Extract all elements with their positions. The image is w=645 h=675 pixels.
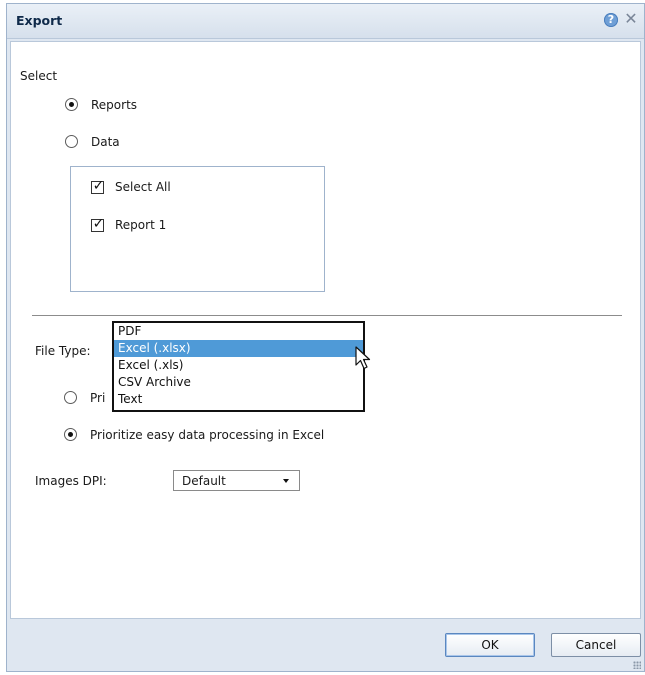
file-type-option[interactable]: Excel (.xls) xyxy=(114,357,363,374)
dialog-title: Export xyxy=(16,13,63,28)
report-1-label[interactable]: Report 1 xyxy=(115,218,166,232)
resize-grip-icon[interactable] xyxy=(633,661,641,669)
prioritize-format-label[interactable]: Pri xyxy=(90,391,105,405)
file-type-dropdown-list[interactable]: PDF Excel (.xlsx) Excel (.xls) CSV Archi… xyxy=(112,321,365,412)
section-divider xyxy=(32,315,622,316)
ok-button[interactable]: OK xyxy=(445,633,535,657)
report-1-checkbox[interactable]: ✓ xyxy=(91,216,105,232)
dialog-content: Select Reports Data ✓ Select All ✓ Repor… xyxy=(10,41,641,619)
reports-label[interactable]: Reports xyxy=(91,98,137,112)
data-radio[interactable] xyxy=(65,135,78,148)
dialog-titlebar[interactable]: Export ? ✕ xyxy=(7,4,644,39)
images-dpi-value: Default xyxy=(182,474,226,488)
images-dpi-label: Images DPI: xyxy=(35,474,107,488)
images-dpi-select[interactable]: Default xyxy=(173,470,300,491)
prioritize-format-radio[interactable] xyxy=(64,391,77,404)
reports-radio[interactable] xyxy=(65,98,78,111)
mouse-cursor-icon xyxy=(355,346,371,370)
check-icon: ✓ xyxy=(92,216,105,232)
cancel-button[interactable]: Cancel xyxy=(551,633,641,657)
data-label[interactable]: Data xyxy=(91,135,120,149)
export-dialog: Export ? ✕ Select Reports Data ✓ Select … xyxy=(6,3,645,672)
prioritize-excel-radio[interactable] xyxy=(64,428,77,441)
file-type-label: File Type: xyxy=(35,344,91,358)
file-type-option[interactable]: Text xyxy=(114,391,363,408)
file-type-option[interactable]: CSV Archive xyxy=(114,374,363,391)
chevron-down-icon xyxy=(283,479,289,483)
file-type-option[interactable]: Excel (.xlsx) xyxy=(114,340,363,357)
select-label: Select xyxy=(20,69,58,83)
check-icon: ✓ xyxy=(92,178,105,194)
select-all-label[interactable]: Select All xyxy=(115,180,171,194)
prioritize-excel-label[interactable]: Prioritize easy data processing in Excel xyxy=(90,428,324,442)
report-list[interactable]: ✓ Select All ✓ Report 1 xyxy=(70,166,325,292)
select-all-checkbox[interactable]: ✓ xyxy=(91,178,105,194)
close-icon[interactable]: ✕ xyxy=(623,10,639,28)
help-icon[interactable]: ? xyxy=(604,13,618,27)
file-type-option[interactable]: PDF xyxy=(114,323,363,340)
